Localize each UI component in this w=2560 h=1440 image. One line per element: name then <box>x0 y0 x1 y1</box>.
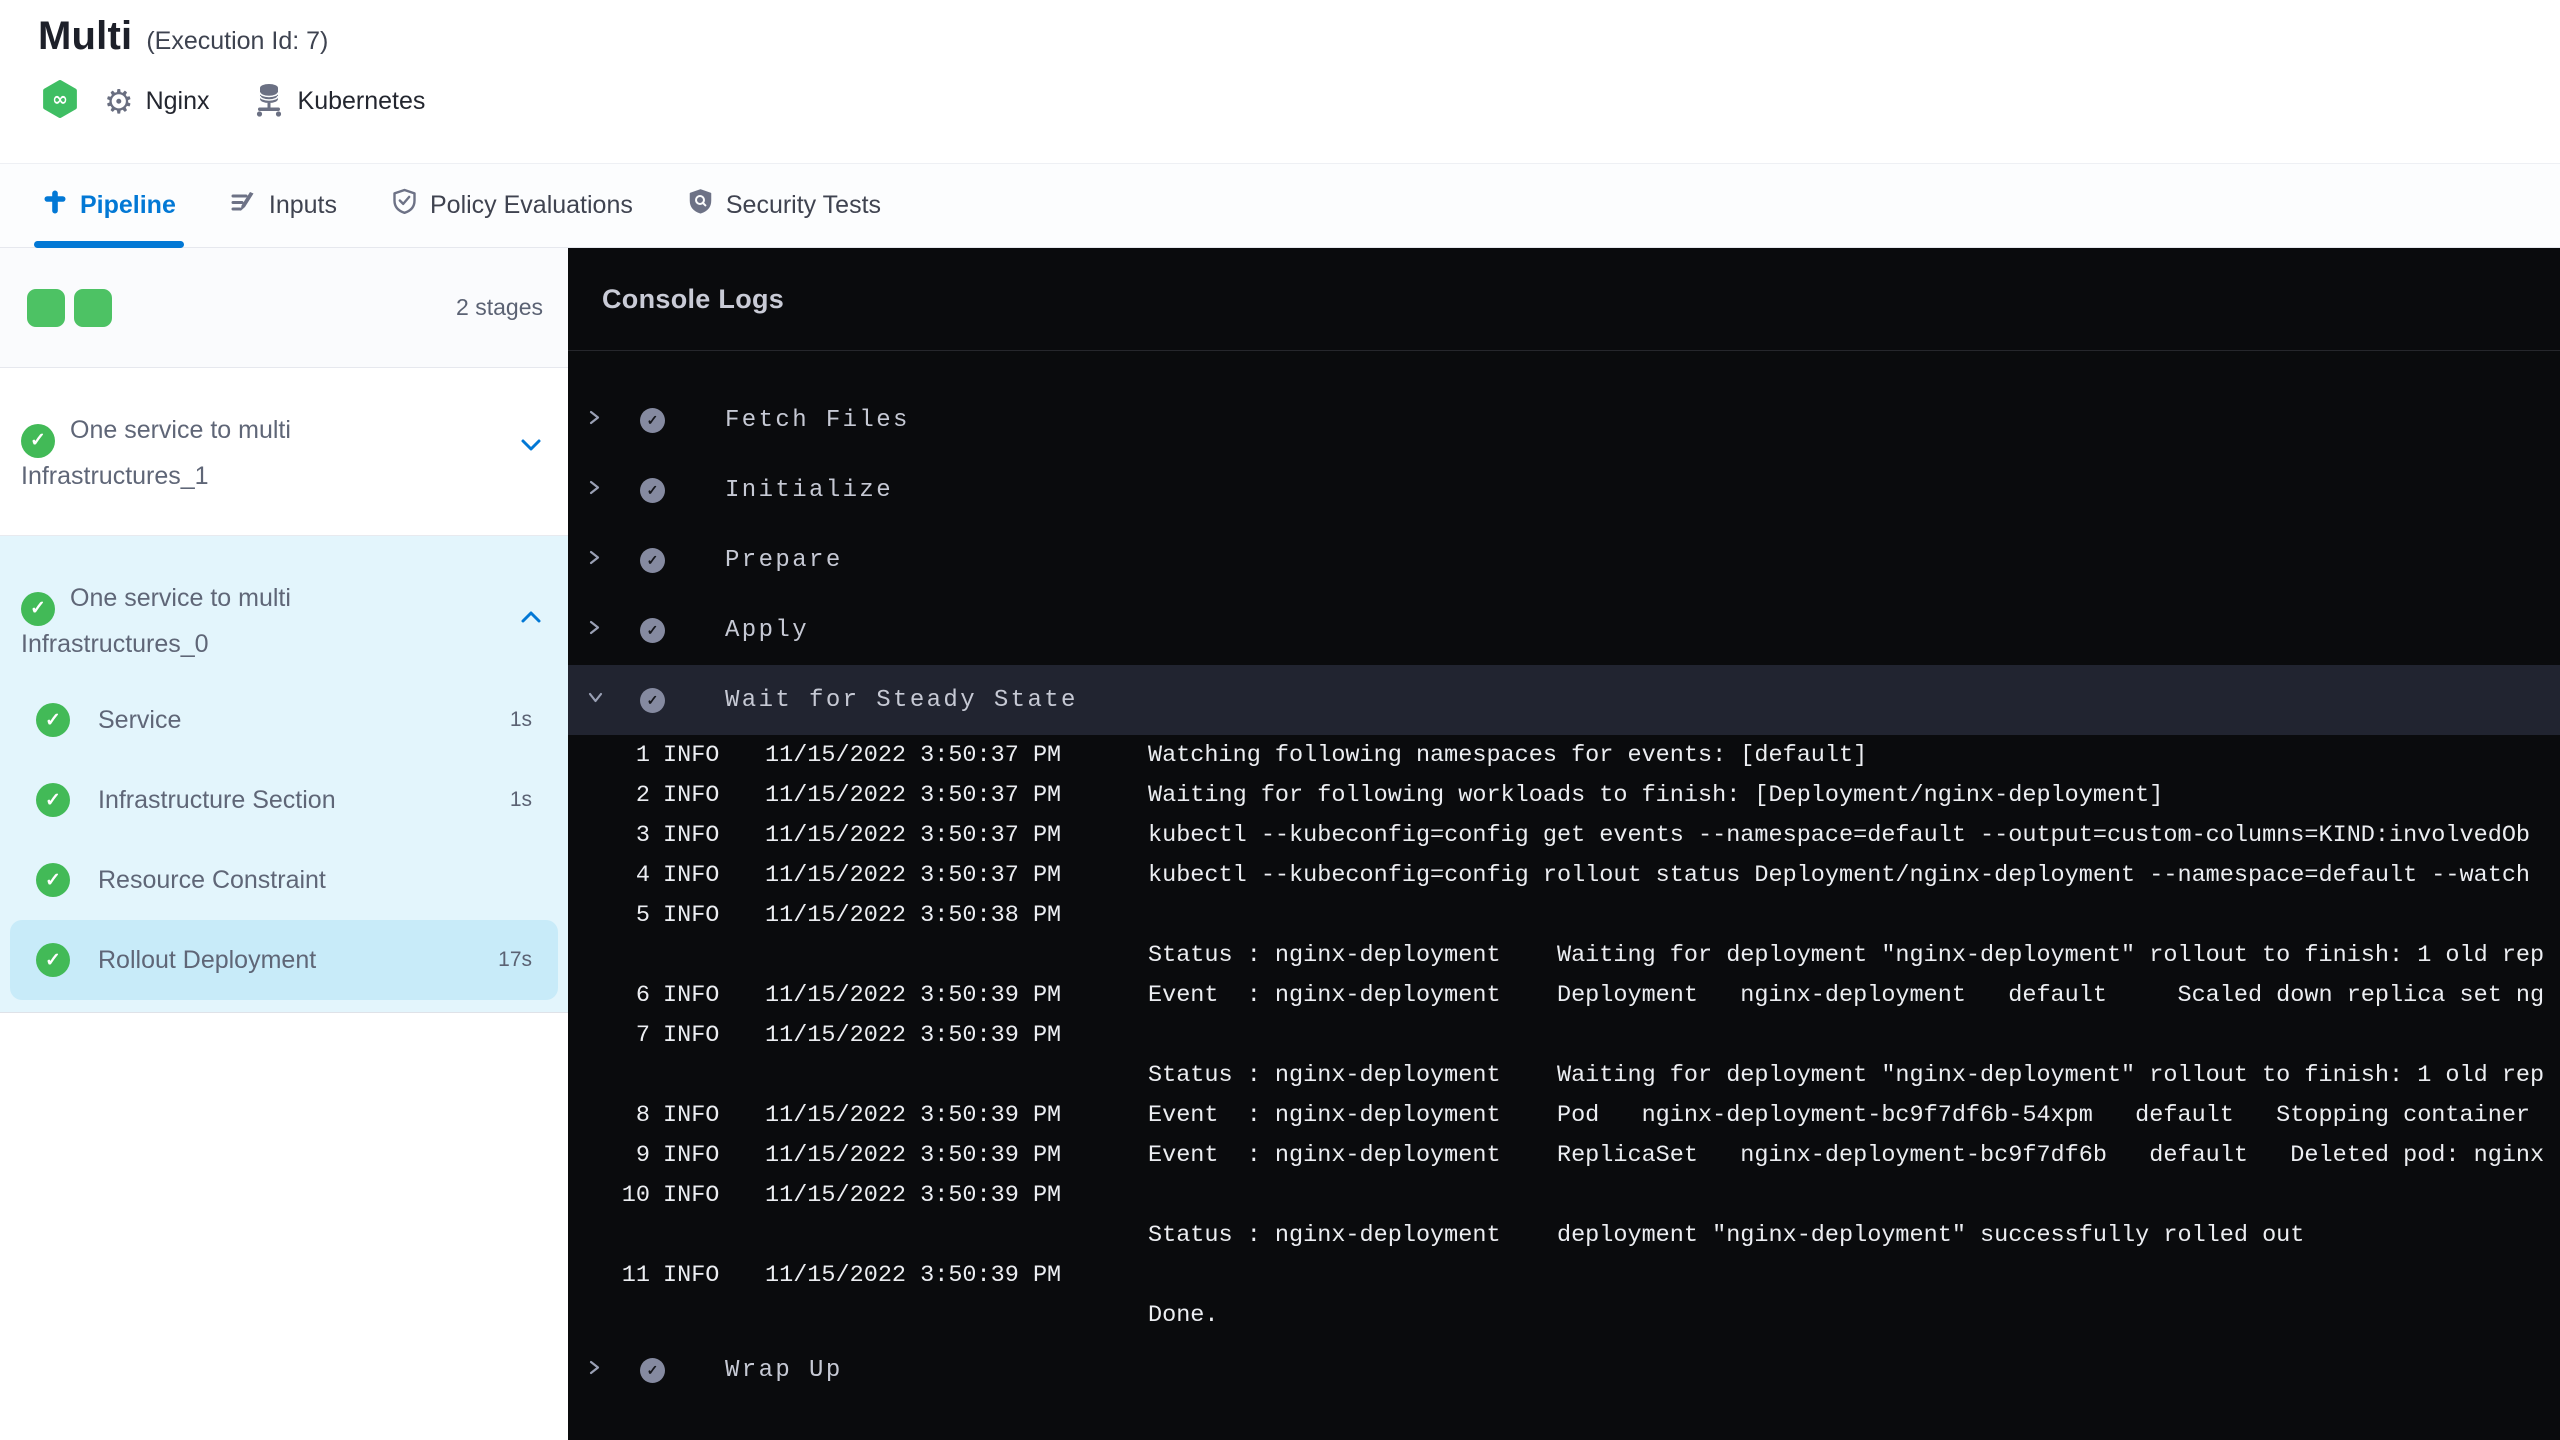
inputs-icon <box>230 189 257 223</box>
log-line: 2 INFO 11/15/2022 3:50:37 PM Waiting for fo… <box>635 781 2164 809</box>
harness-cd-icon: ∞ <box>42 80 78 123</box>
step-label: Infrastructure Section <box>98 785 336 814</box>
chevron-right-icon[interactable] <box>587 549 603 571</box>
chevron-right-icon[interactable] <box>587 409 603 431</box>
success-check-icon: ✓ <box>36 863 70 897</box>
service-gear-icon: ⚙ <box>104 83 134 120</box>
console-step-label: Wrap Up <box>725 1356 843 1384</box>
stages-sidebar: 2 stages ✓ One service to multi Infrastru… <box>0 248 568 1440</box>
log-line: 11 INFO 11/15/2022 3:50:39 PM <box>621 1261 1062 1289</box>
log-line: Done. <box>1148 1301 1219 1329</box>
stage-summary-bar: 2 stages <box>0 248 568 368</box>
log-line: Status : nginx-deployment deployment "ng… <box>1148 1221 2305 1249</box>
stage-title: ✓ One service to multi Infrastructures_0 <box>21 584 291 658</box>
stage-status-squares <box>27 288 112 327</box>
step-label: Resource Constraint <box>98 865 326 894</box>
console-step-apply[interactable]: ✓ Apply <box>568 595 2560 665</box>
console-step-initialize[interactable]: ✓ Initialize <box>568 455 2560 525</box>
log-line: 9 INFO 11/15/2022 3:50:39 PM Event : nginx-… <box>635 1141 2545 1169</box>
step-label: Service <box>98 705 182 734</box>
chevron-right-icon[interactable] <box>587 619 603 641</box>
infrastructure-icon <box>252 81 286 122</box>
console-logs-panel: Console Logs ✓ Fetch Files ✓ Initialize … <box>568 248 2560 1440</box>
console-step-prepare[interactable]: ✓ Prepare <box>568 525 2560 595</box>
log-output: 1 INFO 11/15/2022 3:50:37 PM Watching follo… <box>568 735 2560 1335</box>
console-header-divider <box>568 350 2560 351</box>
step-duration: 1s <box>509 708 532 731</box>
console-step-label: Initialize <box>725 476 894 504</box>
infrastructure-name: Kubernetes <box>297 87 426 115</box>
service-name: Nginx <box>145 87 210 115</box>
step-success-check-icon: ✓ <box>640 1357 665 1383</box>
step-item-resource-constraint[interactable]: ✓ Resource Constraint <box>0 840 568 920</box>
step-duration: 1s <box>509 788 532 811</box>
console-step-wrap-up[interactable]: ✓ Wrap Up <box>568 1335 2560 1405</box>
success-check-icon: ✓ <box>21 424 55 458</box>
pipeline-icon <box>42 189 68 222</box>
stage-success-square <box>74 288 112 327</box>
svg-text:∞: ∞ <box>52 88 68 110</box>
step-item-service[interactable]: ✓ Service 1s <box>0 680 568 760</box>
execution-id-label: (Execution Id: 7) <box>146 27 329 55</box>
policy-shield-check-icon <box>391 188 418 223</box>
step-success-check-icon: ✓ <box>640 687 665 713</box>
stage-item-infrastructures-0[interactable]: ✓ One service to multi Infrastructures_0 … <box>0 536 568 1013</box>
tab-label: Inputs <box>268 191 337 219</box>
tab-label: Security Tests <box>725 191 882 219</box>
step-success-check-icon: ✓ <box>640 547 665 573</box>
log-line: 8 INFO 11/15/2022 3:50:39 PM Event : nginx-… <box>635 1101 2531 1129</box>
tab-security-tests[interactable]: Security Tests <box>681 164 887 247</box>
success-check-icon: ✓ <box>36 783 70 817</box>
console-step-label: Apply <box>725 616 810 644</box>
pipeline-execution-screen: Multi (Execution Id: 7) ∞ ⚙ Nginx Kubern… <box>0 0 2560 1440</box>
step-label: Rollout Deployment <box>98 945 317 974</box>
service-infra-row: ∞ ⚙ Nginx Kubernetes <box>42 80 425 123</box>
step-success-check-icon: ✓ <box>640 407 665 433</box>
success-check-icon: ✓ <box>36 943 70 977</box>
log-line: 3 INFO 11/15/2022 3:50:37 PM kubectl --kube… <box>635 821 2531 849</box>
chevron-right-icon[interactable] <box>587 479 603 501</box>
log-line: Status : nginx-deployment Waiting for de… <box>1148 1061 2545 1089</box>
console-step-label: Fetch Files <box>725 406 910 434</box>
log-line: 5 INFO 11/15/2022 3:50:38 PM <box>635 901 1062 929</box>
tab-pipeline[interactable]: Pipeline <box>34 164 184 248</box>
success-check-icon: ✓ <box>21 592 55 626</box>
log-line: 1 INFO 11/15/2022 3:50:37 PM Watching follo… <box>635 741 1868 769</box>
tab-policy-evaluations[interactable]: Policy Evaluations <box>385 164 639 247</box>
chevron-right-icon[interactable] <box>587 1359 603 1381</box>
console-step-wait-for-steady-state[interactable]: ✓ Wait for Steady State <box>568 665 2560 735</box>
console-step-fetch-files[interactable]: ✓ Fetch Files <box>568 385 2560 455</box>
step-item-infrastructure-section[interactable]: ✓ Infrastructure Section 1s <box>0 760 568 840</box>
stage-title: ✓ One service to multi Infrastructures_1 <box>21 416 291 490</box>
active-tab-underline <box>34 241 184 248</box>
page-title: Multi <box>38 14 133 58</box>
log-line: 4 INFO 11/15/2022 3:50:37 PM kubectl --kube… <box>635 861 2531 889</box>
console-logs-title: Console Logs <box>602 284 785 314</box>
tab-label: Policy Evaluations <box>429 191 633 219</box>
security-shield-scan-icon <box>687 188 714 223</box>
stage-count-label: 2 stages <box>456 294 543 320</box>
step-duration: 17s <box>498 948 532 971</box>
execution-header: Multi (Execution Id: 7) ∞ ⚙ Nginx Kubern… <box>0 0 2560 163</box>
chevron-up-icon[interactable] <box>520 610 542 629</box>
log-line: 7 INFO 11/15/2022 3:50:39 PM <box>635 1021 1062 1049</box>
tab-label: Pipeline <box>80 191 176 219</box>
step-success-check-icon: ✓ <box>640 477 665 503</box>
success-check-icon: ✓ <box>36 703 70 737</box>
log-line: Status : nginx-deployment Waiting for de… <box>1148 941 2545 969</box>
execution-title-row: Multi (Execution Id: 7) <box>38 14 328 59</box>
step-item-rollout-deployment[interactable]: ✓ Rollout Deployment 17s <box>10 920 558 1000</box>
console-step-label: Wait for Steady State <box>725 686 1078 714</box>
stage-item-infrastructures-1[interactable]: ✓ One service to multi Infrastructures_1 <box>0 368 568 536</box>
chevron-down-icon[interactable] <box>520 438 542 457</box>
log-line: 6 INFO 11/15/2022 3:50:39 PM Event : nginx-… <box>635 981 2545 1009</box>
execution-tabbar: Pipeline Inputs Policy Evaluations Secur… <box>0 163 2560 248</box>
console-step-label: Prepare <box>725 546 843 574</box>
log-line: 10 INFO 11/15/2022 3:50:39 PM <box>621 1181 1062 1209</box>
step-success-check-icon: ✓ <box>640 617 665 643</box>
stage-success-square <box>27 288 65 327</box>
chevron-down-icon[interactable] <box>587 690 603 710</box>
tab-inputs[interactable]: Inputs <box>224 164 343 247</box>
